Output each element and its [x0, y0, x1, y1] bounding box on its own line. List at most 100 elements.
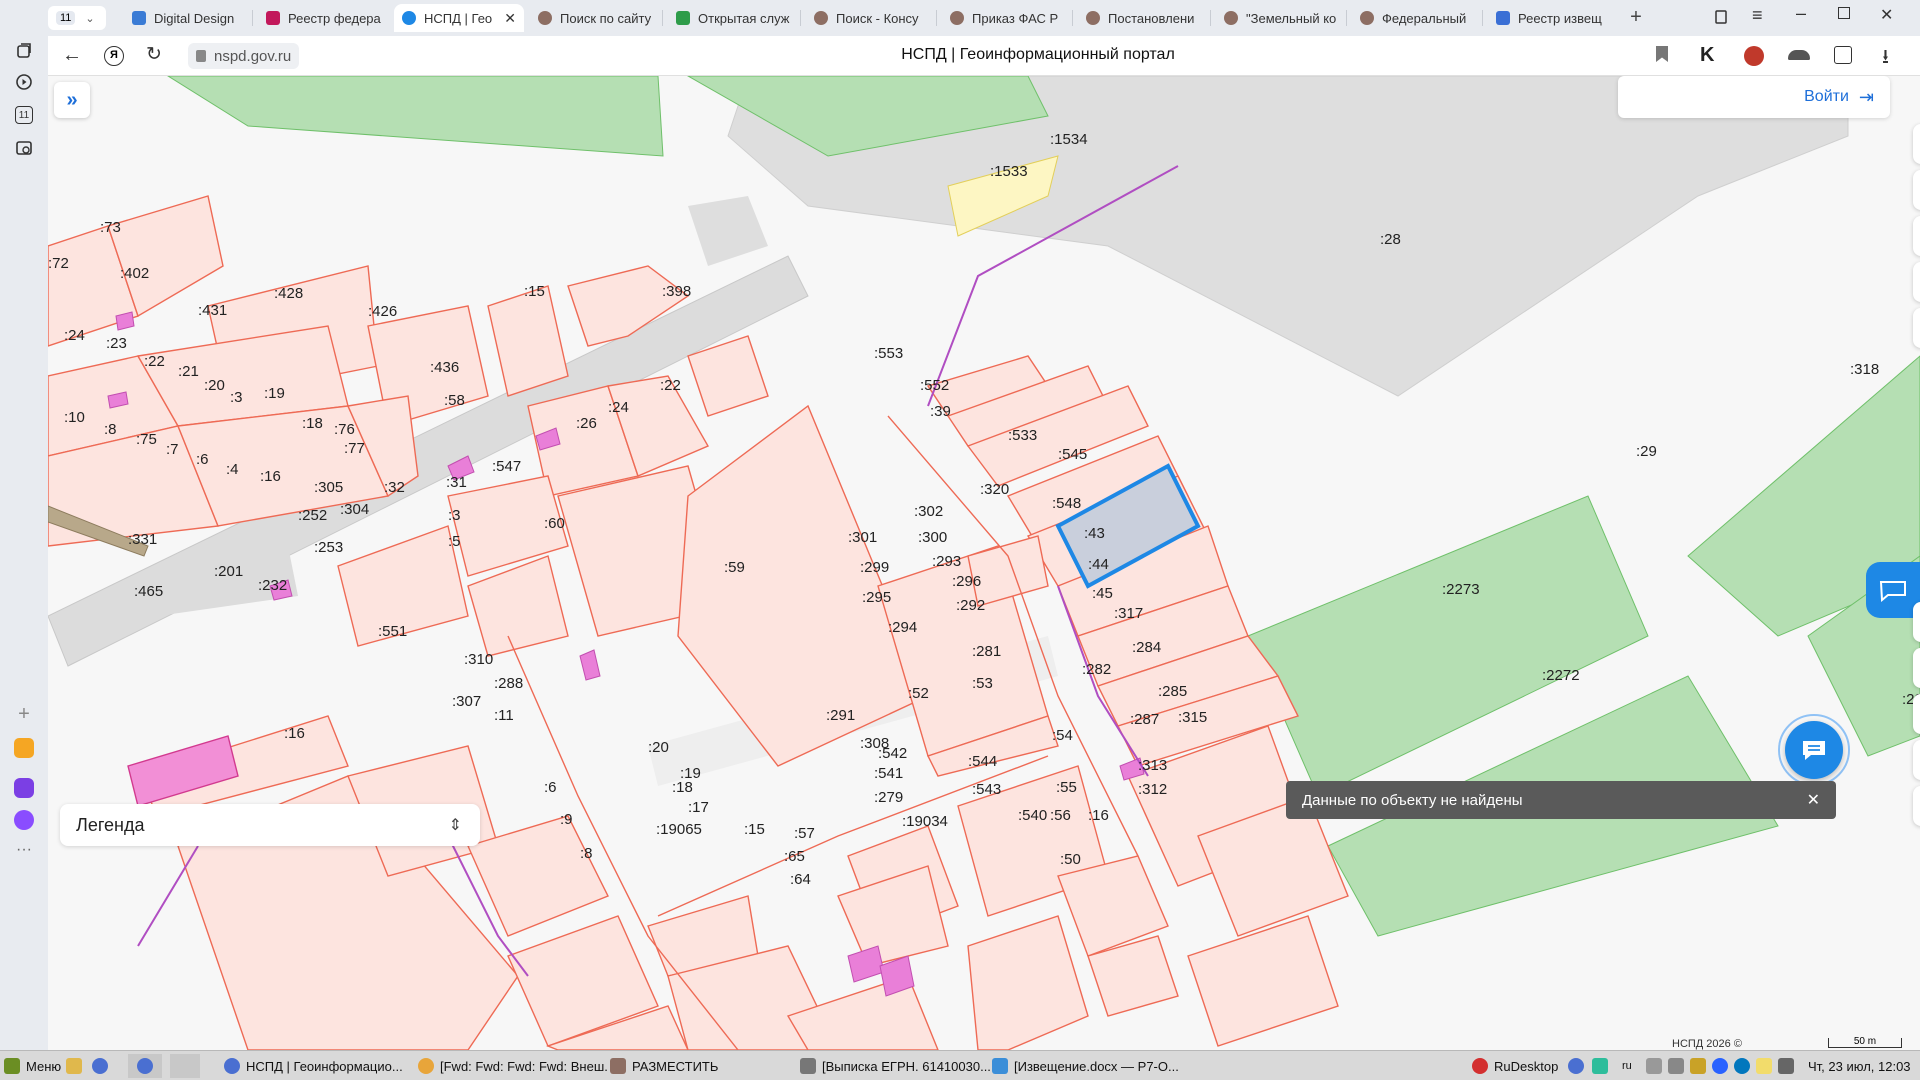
tray-clipboard-icon[interactable]: [1690, 1054, 1712, 1078]
browser-sidebar: 11 + ···: [0, 0, 48, 1050]
maximize-icon[interactable]: [1838, 7, 1850, 19]
tray-rudesktop[interactable]: RuDesktop: [1472, 1054, 1558, 1078]
support-button[interactable]: [1866, 562, 1920, 618]
quicklaunch-browser2-icon[interactable]: [128, 1054, 162, 1078]
add-panel-icon[interactable]: +: [12, 702, 36, 726]
layers-button[interactable]: [1913, 124, 1920, 164]
start-menu-button[interactable]: Меню: [4, 1054, 61, 1078]
parcel-label: :65: [784, 848, 805, 865]
taskbar-window-folder[interactable]: РАЗМЕСТИТЬ: [610, 1054, 790, 1078]
tab-digital-design[interactable]: Digital Design: [124, 4, 248, 32]
extensions-icon[interactable]: [1834, 46, 1852, 64]
geolocation-button[interactable]: [1913, 602, 1920, 642]
close-window-icon[interactable]: ✕: [1880, 5, 1893, 25]
share-button[interactable]: [1913, 262, 1920, 302]
parcel-label: :58: [444, 392, 465, 409]
parcel-label: :76: [334, 421, 355, 438]
close-notification-icon[interactable]: ✕: [1807, 790, 1820, 810]
parcel-label: :9: [560, 811, 573, 828]
tray-app-label: RuDesktop: [1494, 1058, 1559, 1074]
more-icon[interactable]: ···: [12, 838, 36, 862]
tab-group-button[interactable]: 11 ⌄: [48, 6, 106, 30]
parcel[interactable]: [786, 975, 939, 1050]
zoom-in-button[interactable]: +: [1913, 740, 1920, 780]
tray-volume-icon[interactable]: [1668, 1054, 1690, 1078]
zoom-out-button[interactable]: −: [1913, 786, 1920, 826]
minimize-icon[interactable]: –: [1796, 3, 1806, 24]
tab-consultant[interactable]: Поиск - Консу: [806, 4, 934, 32]
tab-reestr-federal[interactable]: Реестр федера: [258, 4, 384, 32]
tab-favicon-icon: [132, 11, 146, 25]
tabs-count-icon[interactable]: 11: [12, 103, 36, 127]
taskbar-window-label: [Извещение.docx — Р7-О...: [1014, 1058, 1179, 1074]
parcel[interactable]: [487, 285, 569, 397]
video-icon[interactable]: [12, 70, 36, 94]
extension-avatar-icon[interactable]: [1744, 46, 1764, 66]
tray-hp-icon[interactable]: [1734, 1054, 1756, 1078]
tab-zemelny[interactable]: "Земельный ко: [1216, 4, 1344, 32]
reload-icon[interactable]: ↻: [146, 43, 162, 66]
music-app-icon[interactable]: [12, 776, 36, 800]
parcel-label: :253: [314, 539, 343, 556]
tab-nspd[interactable]: НСПД | Гео ✕: [394, 4, 524, 32]
tab-federalny[interactable]: Федеральный: [1352, 4, 1480, 32]
menu-icon[interactable]: ≡: [1752, 5, 1763, 26]
tray-notes-icon[interactable]: [1756, 1054, 1778, 1078]
taskbar-window-izveshenie[interactable]: [Извещение.docx — Р7-О...: [992, 1054, 1182, 1078]
close-tab-icon[interactable]: ✕: [504, 10, 516, 27]
taskbar-window-egrn[interactable]: [Выписка ЕГРН. 61410030...: [800, 1054, 990, 1078]
download-icon[interactable]: ⭳: [1882, 42, 1889, 76]
new-tab-button[interactable]: +: [1624, 6, 1648, 30]
login-button[interactable]: Войти ⇥: [1618, 76, 1890, 118]
chat-button[interactable]: [1785, 721, 1843, 779]
parcel-label: :540: [1018, 807, 1047, 824]
map-canvas[interactable]: :1534:1533:28:398:72:73:402:431:428:426:…: [48, 76, 1920, 1050]
bookmarks-panel-icon[interactable]: [1712, 8, 1732, 28]
minimap-button[interactable]: [1913, 648, 1920, 688]
quicklaunch-folder-icon[interactable]: [66, 1054, 88, 1078]
keyboard-layout[interactable]: ru: [1622, 1054, 1632, 1078]
legend-panel[interactable]: Легенда ⇕: [60, 804, 480, 846]
tab-prikaz-fas[interactable]: Приказ ФАС Р: [942, 4, 1070, 32]
tray-browser-icon[interactable]: [1568, 1054, 1590, 1078]
parcel-320[interactable]: [967, 535, 1049, 607]
url-field[interactable]: nspd.gov.ru: [188, 43, 300, 69]
extension-hat-icon[interactable]: [1788, 50, 1810, 60]
parcel-label: :8: [104, 421, 117, 438]
print-button[interactable]: [1913, 308, 1920, 348]
collections-icon[interactable]: [12, 38, 36, 62]
quicklaunch-browser-icon[interactable]: [92, 1054, 114, 1078]
tray-k-icon[interactable]: [1592, 1054, 1614, 1078]
alice-app-icon[interactable]: [12, 808, 36, 832]
point-search-button[interactable]: [1913, 694, 1920, 734]
tab-reestr-izvesh[interactable]: Реестр извещ: [1488, 4, 1614, 32]
expand-panel-button[interactable]: »: [54, 82, 90, 118]
screenshot-icon[interactable]: [12, 136, 36, 160]
parcel-label: :24: [64, 327, 85, 344]
tab-open-service[interactable]: Открытая служ: [668, 4, 798, 32]
parcel[interactable]: [1187, 915, 1339, 1047]
ruler-button[interactable]: [1913, 170, 1920, 210]
tray-display-icon[interactable]: [1778, 1054, 1800, 1078]
quicklaunch-blank[interactable]: [170, 1054, 200, 1078]
back-icon[interactable]: ←: [62, 44, 82, 67]
cadastral-map[interactable]: :1534:1533:28:398:72:73:402:431:428:426:…: [48, 76, 1920, 1050]
taskbar-window-mail[interactable]: [Fwd: Fwd: Fwd: Fwd: Внеш...: [418, 1054, 608, 1078]
clock[interactable]: Чт, 23 июл, 12:03: [1808, 1054, 1911, 1078]
tab-postanovlenie[interactable]: Постановлени: [1078, 4, 1208, 32]
extension-k-icon[interactable]: K: [1700, 44, 1714, 67]
parcel[interactable]: [837, 865, 949, 967]
tab-poisk[interactable]: Поиск по сайту: [530, 4, 660, 32]
parcel-label: :44: [1088, 556, 1109, 573]
yandex-icon[interactable]: Я: [104, 46, 124, 66]
tray-app-c-icon[interactable]: [1712, 1054, 1734, 1078]
parcel-label: :17: [688, 799, 709, 816]
tray-network-icon[interactable]: [1646, 1054, 1668, 1078]
parcel-label: :547: [492, 458, 521, 475]
bookmark-icon[interactable]: [1656, 46, 1668, 62]
parcel-label: :252: [298, 507, 327, 524]
mail-app-icon[interactable]: [12, 736, 36, 760]
taskbar-window-nspd[interactable]: НСПД | Геоинформацио...: [224, 1054, 414, 1078]
parcel[interactable]: [967, 915, 1089, 1050]
area-search-button[interactable]: [1913, 216, 1920, 256]
